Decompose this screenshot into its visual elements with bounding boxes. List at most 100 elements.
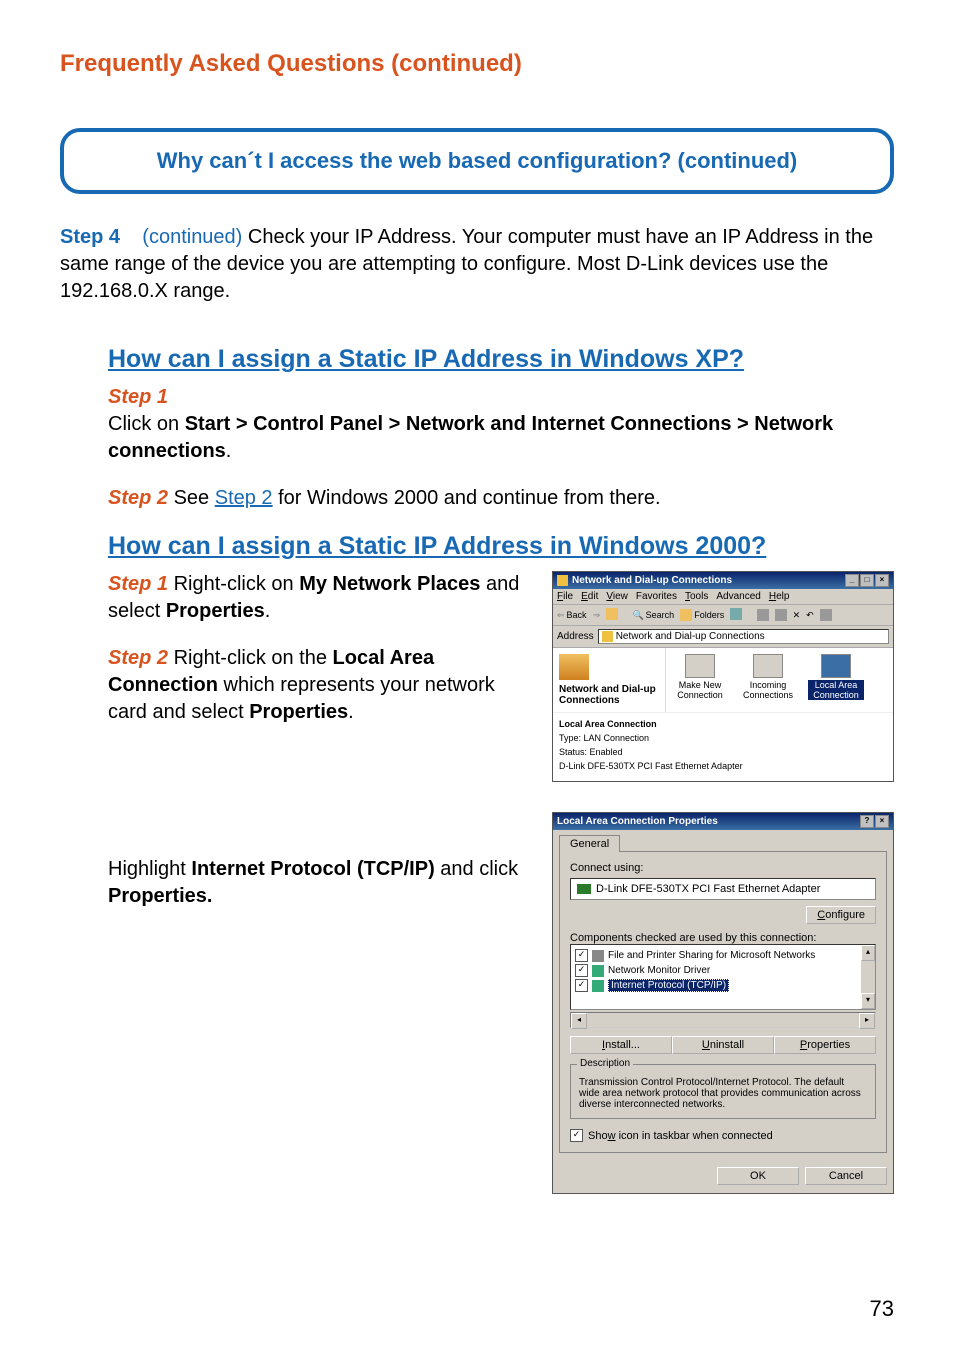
address-icon: [602, 631, 613, 642]
menu-advanced[interactable]: Advanced: [716, 591, 760, 602]
icon-incoming-label: Incoming Connections: [740, 680, 796, 700]
install-button[interactable]: Install...: [570, 1036, 672, 1054]
address-label: Address: [557, 631, 594, 642]
scroll-left-icon[interactable]: ◂: [571, 1013, 587, 1029]
list-item[interactable]: ✓ Network Monitor Driver: [575, 963, 871, 978]
icon-local-area[interactable]: Local Area Connection: [808, 654, 864, 700]
history-button[interactable]: [730, 608, 742, 622]
info-device: D-Link DFE-530TX PCI Fast Ethernet Adapt…: [559, 761, 887, 771]
checkbox-icon[interactable]: ✓: [570, 1129, 583, 1142]
folders-button[interactable]: Folders: [680, 609, 724, 621]
tab-general[interactable]: General: [559, 835, 620, 852]
cancel-button[interactable]: Cancel: [805, 1167, 887, 1185]
menu-tools[interactable]: Tools: [685, 591, 708, 602]
menu-help[interactable]: Help: [769, 591, 790, 602]
up-button[interactable]: [606, 608, 618, 622]
toolbar: ⇐Back ⇒ | 🔍Search Folders | ✕ ↶: [553, 605, 893, 626]
screenshot-network-connections: Network and Dial-up Connections _ □ × Fi…: [552, 571, 894, 782]
icon-make-new[interactable]: Make New Connection: [672, 654, 728, 700]
xp-step1-post: .: [226, 440, 232, 462]
w2k-step3-t2: and click: [435, 858, 518, 880]
dialog-close-button[interactable]: ×: [875, 815, 889, 828]
undo-button[interactable]: ↶: [806, 610, 814, 621]
w2k-step2-label: Step 2: [108, 647, 168, 669]
scroll-up-icon[interactable]: ▴: [861, 945, 875, 961]
connect-using-label: Connect using:: [570, 862, 876, 874]
search-icon: 🔍: [632, 610, 643, 621]
delete-button[interactable]: ✕: [793, 610, 801, 621]
views-button[interactable]: [820, 609, 832, 621]
minimize-button[interactable]: _: [845, 574, 859, 587]
xp-step2: Step 2 See Step 2 for Windows 2000 and c…: [108, 485, 884, 512]
folder-info-pane: Local Area Connection Type: LAN Connecti…: [553, 712, 893, 781]
page-number: 73: [870, 1296, 894, 1322]
configure-button[interactable]: Configure: [806, 906, 876, 924]
nic-name: D-Link DFE-530TX PCI Fast Ethernet Adapt…: [596, 883, 820, 895]
list-item[interactable]: ✓ File and Printer Sharing for Microsoft…: [575, 948, 871, 963]
icon-incoming[interactable]: Incoming Connections: [740, 654, 796, 700]
w2k-step2: Step 2 Right-click on the Local Area Con…: [108, 645, 532, 726]
menu-edit[interactable]: Edit: [581, 591, 598, 602]
folder-up-icon: [606, 608, 618, 620]
back-button[interactable]: ⇐Back: [557, 610, 587, 621]
w2k-step1-b2: Properties: [166, 600, 265, 622]
folder-left-pane: Network and Dial-up Connections: [553, 648, 666, 712]
maximize-button[interactable]: □: [860, 574, 874, 587]
checkbox-icon[interactable]: ✓: [575, 979, 588, 992]
info-name: Local Area Connection: [559, 719, 887, 729]
scrollbar-horizontal[interactable]: ◂ ▸: [570, 1012, 876, 1028]
folder-large-icon: [559, 654, 589, 680]
step4-label: Step 4: [60, 226, 120, 248]
menu-favorites[interactable]: Favorites: [636, 591, 677, 602]
w2k-step3: Highlight Internet Protocol (TCP/IP) and…: [108, 856, 532, 910]
xp-step1-bold: Start > Control Panel > Network and Inte…: [108, 413, 833, 462]
w2k-step1-label: Step 1: [108, 573, 168, 595]
forward-button[interactable]: ⇒: [593, 610, 601, 621]
nic-icon: [577, 884, 591, 894]
service-icon: [592, 950, 604, 962]
menu-file[interactable]: File: [557, 591, 573, 602]
info-status: Status: Enabled: [559, 747, 887, 757]
xp-step2-pre: See: [168, 487, 215, 509]
checkbox-icon[interactable]: ✓: [575, 964, 588, 977]
lan-icon: [821, 654, 851, 678]
question-box: Why can´t I access the web based configu…: [60, 128, 894, 194]
step2-link[interactable]: Step 2: [215, 487, 273, 509]
item-label: Internet Protocol (TCP/IP): [608, 979, 729, 992]
wizard-icon: [685, 654, 715, 678]
scroll-down-icon[interactable]: ▾: [861, 993, 875, 1009]
checkbox-icon[interactable]: ✓: [575, 949, 588, 962]
info-type: Type: LAN Connection: [559, 733, 887, 743]
show-icon-row[interactable]: ✓ Show icon in taskbar when connected: [570, 1129, 876, 1142]
w2k-step1-b1: My Network Places: [299, 573, 480, 595]
icon-make-new-label: Make New Connection: [672, 680, 728, 700]
step4-paragraph: Step 4 (continued) Check your IP Address…: [60, 224, 894, 305]
nic-box: D-Link DFE-530TX PCI Fast Ethernet Adapt…: [570, 878, 876, 900]
heading-2000: How can I assign a Static IP Address in …: [108, 532, 894, 561]
properties-button[interactable]: Properties: [774, 1036, 876, 1054]
menu-view[interactable]: View: [606, 591, 628, 602]
address-bar: Address Network and Dial-up Connections: [553, 626, 893, 648]
scroll-right-icon[interactable]: ▸: [859, 1013, 875, 1029]
protocol-icon: [592, 980, 604, 992]
address-value: Network and Dial-up Connections: [616, 631, 765, 642]
scrollbar-vertical[interactable]: ▴ ▾: [861, 945, 875, 1009]
step4-continued: (continued): [142, 226, 242, 248]
toolbar-icon-1[interactable]: [757, 609, 769, 621]
folders-icon: [680, 609, 692, 621]
xp-step1-pre: Click on: [108, 413, 185, 435]
icon-local-area-label: Local Area Connection: [808, 680, 864, 700]
list-item-selected[interactable]: ✓ Internet Protocol (TCP/IP): [575, 978, 871, 993]
w2k-step3-t1: Highlight: [108, 858, 191, 880]
address-input[interactable]: Network and Dial-up Connections: [598, 629, 889, 644]
components-list[interactable]: ✓ File and Printer Sharing for Microsoft…: [570, 944, 876, 1010]
search-button[interactable]: 🔍Search: [632, 610, 674, 621]
show-icon-label: Show icon in taskbar when connected: [588, 1130, 773, 1142]
close-button[interactable]: ×: [875, 574, 889, 587]
uninstall-button[interactable]: Uninstall: [672, 1036, 774, 1054]
description-group: Description Transmission Control Protoco…: [570, 1064, 876, 1119]
toolbar-icon-2[interactable]: [775, 609, 787, 621]
help-button[interactable]: ?: [860, 815, 874, 828]
page-title: Frequently Asked Questions (continued): [60, 50, 894, 78]
ok-button[interactable]: OK: [717, 1167, 799, 1185]
